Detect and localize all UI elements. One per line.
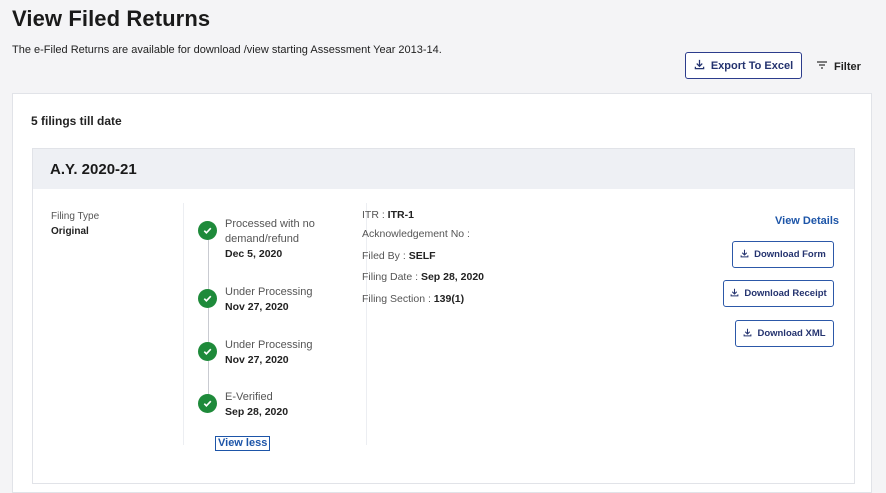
download-icon [743,328,752,340]
filing-type-label: Filing Type [51,211,100,222]
filings-card: 5 filings till date A.Y. 2020-21 Filing … [12,93,872,493]
filings-count: 5 filings till date [31,114,122,128]
download-form-label: Download Form [754,249,826,260]
filter-button[interactable]: Filter [816,60,861,73]
timeline-line [208,239,209,399]
acknowledgement-label: Acknowledgement No : [362,228,470,240]
timeline-text: Processed with no demand/refund Dec 5, 2… [225,217,335,262]
download-xml-label: Download XML [757,328,826,339]
itr-value: ITR-1 [387,209,414,221]
assessment-year-header: A.Y. 2020-21 [33,149,854,189]
timeline-status: Under Processing [225,339,313,351]
timeline-text: Under Processing Nov 27, 2020 [225,285,335,315]
check-circle-icon [198,221,217,240]
download-form-button[interactable]: Download Form [732,241,834,268]
itr-label: ITR : [362,209,388,221]
download-icon [740,249,749,261]
timeline-date: Nov 27, 2020 [225,301,289,313]
timeline-status: Under Processing [225,286,313,298]
check-circle-icon [198,342,217,361]
download-icon [694,59,705,73]
itr-detail: ITR : ITR-1 [362,209,414,221]
timeline-status: E-Verified [225,391,273,403]
check-circle-icon [198,289,217,308]
filed-by-value: SELF [408,250,436,262]
filing-section-label: Filing Section : [362,293,434,305]
timeline-status: Processed with no demand/refund [225,218,315,245]
timeline-text: Under Processing Nov 27, 2020 [225,338,335,368]
download-receipt-label: Download Receipt [744,288,827,299]
view-less-link[interactable]: View less [215,436,271,451]
timeline-date: Nov 27, 2020 [225,354,289,366]
download-receipt-button[interactable]: Download Receipt [723,280,834,307]
assessment-year-label: A.Y. 2020-21 [50,160,137,178]
filing-section-detail: Filing Section : 139(1) [362,293,464,305]
year-filing-card: A.Y. 2020-21 Filing Type Original Proces… [32,148,855,484]
filing-date-detail: Filing Date : Sep 28, 2020 [362,271,484,283]
filter-icon [816,60,828,73]
filing-type-value: Original [51,226,89,237]
filed-by-detail: Filed By : SELF [362,250,436,262]
timeline-text: E-Verified Sep 28, 2020 [225,390,335,420]
timeline-date: Sep 28, 2020 [225,406,289,418]
column-divider [183,203,184,445]
acknowledgement-detail: Acknowledgement No : [362,228,470,240]
download-icon [730,288,739,300]
check-circle-icon [198,394,217,413]
page-title: View Filed Returns [12,6,211,31]
download-xml-button[interactable]: Download XML [735,320,834,347]
view-details-link[interactable]: View Details [775,215,839,227]
export-excel-label: Export To Excel [710,59,794,72]
page-subtitle: The e-Filed Returns are available for do… [12,44,442,56]
filing-date-value: Sep 28, 2020 [420,271,484,283]
timeline-date: Dec 5, 2020 [225,248,283,260]
export-excel-button[interactable]: Export To Excel [685,52,802,79]
filed-by-label: Filed By : [362,250,409,262]
filter-label: Filter [834,60,861,73]
filing-section-value: 139(1) [433,293,465,305]
filing-date-label: Filing Date : [362,271,421,283]
